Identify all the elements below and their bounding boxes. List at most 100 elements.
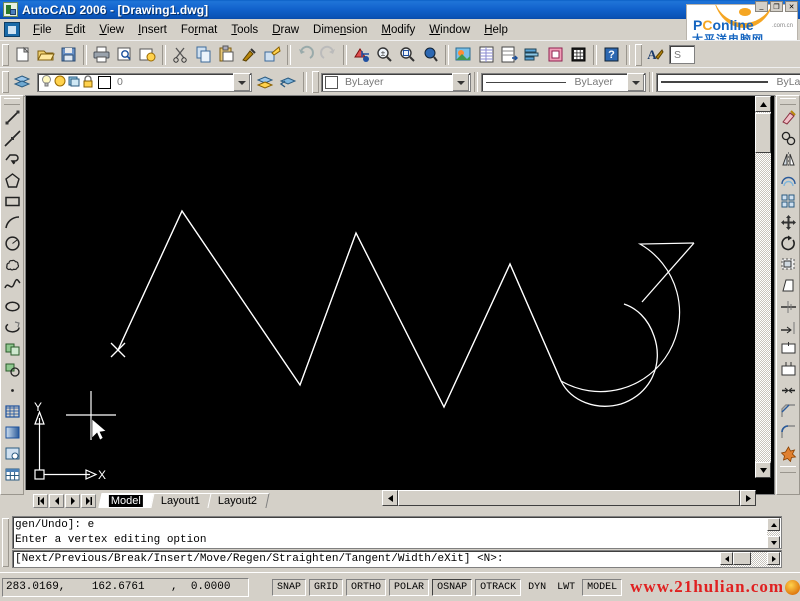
command-history-scrollbar[interactable] — [767, 518, 780, 548]
render-icon[interactable] — [452, 44, 475, 66]
copy-object-icon[interactable] — [777, 128, 799, 149]
next-tab-icon[interactable] — [65, 494, 80, 508]
layer-combo[interactable]: 0 — [37, 72, 252, 92]
new-icon[interactable] — [11, 44, 34, 66]
tool-palettes-icon[interactable] — [521, 44, 544, 66]
match-properties-icon[interactable] — [238, 44, 261, 66]
point-icon[interactable] — [1, 380, 23, 401]
linetype-combo-arrow[interactable] — [627, 73, 644, 91]
break-icon[interactable] — [777, 359, 799, 380]
command-scroll-down-button[interactable] — [767, 536, 780, 548]
ellipse-arc-icon[interactable] — [1, 317, 23, 338]
text-style-combo[interactable]: S — [669, 45, 695, 64]
offset-icon[interactable] — [777, 170, 799, 191]
menu-item-help[interactable]: Help — [477, 22, 515, 38]
polyline-tail-segment[interactable] — [641, 242, 695, 303]
drawing-hscroll-thumb[interactable] — [398, 490, 740, 506]
status-toggle-grid[interactable]: GRID — [309, 578, 344, 596]
layer-previous-icon[interactable] — [277, 71, 300, 93]
drawing-horizontal-scrollbar[interactable] — [382, 490, 756, 506]
menu-item-tools[interactable]: Tools — [224, 22, 265, 38]
make-block-icon[interactable] — [1, 359, 23, 380]
color-combo[interactable]: ByLayer — [321, 72, 471, 92]
join-icon[interactable] — [777, 380, 799, 401]
command-scroll-up-button[interactable] — [767, 518, 780, 531]
zoom-window-icon[interactable] — [396, 44, 419, 66]
drawing-canvas[interactable]: X Y — [26, 96, 774, 494]
status-toggle-ortho[interactable]: ORTHO — [346, 578, 387, 596]
menu-item-edit[interactable]: Edit — [59, 22, 93, 38]
gradient-icon[interactable] — [1, 422, 23, 443]
restore-button[interactable]: ❐ — [770, 1, 783, 12]
last-tab-icon[interactable] — [81, 494, 96, 508]
toolbar-grip[interactable] — [2, 71, 9, 93]
menu-item-view[interactable]: View — [92, 22, 131, 38]
scroll-right-button[interactable] — [740, 490, 756, 506]
layer-lock-icon[interactable] — [81, 74, 95, 91]
drawing-area[interactable]: X Y — [25, 95, 775, 495]
command-history[interactable]: gen/Undo]: e Enter a vertex editing opti… — [12, 516, 782, 549]
text-style-icon[interactable]: A — [644, 44, 667, 66]
open-icon[interactable] — [34, 44, 57, 66]
command-hscroll-left-button[interactable] — [720, 552, 733, 565]
drawing-vscroll-thumb[interactable] — [755, 113, 771, 153]
save-icon[interactable] — [57, 44, 80, 66]
menu-item-modify[interactable]: Modify — [374, 22, 422, 38]
linetype-combo[interactable]: ByLayer — [481, 72, 646, 92]
polyline-icon[interactable] — [1, 149, 23, 170]
scroll-up-button[interactable] — [755, 96, 771, 112]
status-toggle-lwt[interactable]: LWT — [553, 579, 579, 596]
insert-block-icon[interactable] — [1, 338, 23, 359]
zoom-previous-icon[interactable] — [419, 44, 442, 66]
menu-item-format[interactable]: Format — [174, 22, 224, 38]
plot-icon[interactable] — [90, 44, 113, 66]
drawing-vertical-scrollbar[interactable] — [755, 96, 771, 478]
layer-color-swatch[interactable] — [98, 75, 111, 89]
tab-layout2[interactable]: Layout2 — [207, 493, 270, 508]
status-toggle-dyn[interactable]: DYN — [524, 579, 550, 596]
menu-item-insert[interactable]: Insert — [131, 22, 174, 38]
modify-toolbar-grip[interactable] — [780, 98, 796, 105]
arc-icon[interactable] — [1, 212, 23, 233]
layers-icon[interactable] — [11, 71, 34, 93]
chamfer-icon[interactable] — [777, 401, 799, 422]
redo-icon[interactable] — [317, 44, 340, 66]
scale-icon[interactable] — [777, 254, 799, 275]
layer-on-bulb-icon[interactable] — [40, 74, 53, 91]
ellipse-icon[interactable] — [1, 296, 23, 317]
circle-icon[interactable] — [1, 233, 23, 254]
hatch-icon[interactable] — [1, 401, 23, 422]
minimize-button[interactable]: _ — [755, 1, 768, 12]
break-at-point-icon[interactable] — [777, 338, 799, 359]
status-toggle-snap[interactable]: SNAP — [272, 578, 307, 596]
toolbar-grip[interactable] — [635, 43, 642, 66]
undo-icon[interactable] — [294, 44, 317, 66]
layer-freeze-vp-icon[interactable] — [67, 74, 81, 91]
fillet-icon[interactable] — [777, 422, 799, 443]
block-editor-icon[interactable] — [261, 44, 284, 66]
tab-model[interactable]: Model — [98, 493, 156, 508]
revision-cloud-icon[interactable] — [1, 254, 23, 275]
spline-icon[interactable] — [1, 275, 23, 296]
scroll-down-button[interactable] — [755, 462, 771, 478]
coordinates-display[interactable]: 283.0169, 162.6761 , 0.0000 — [2, 577, 250, 597]
polyline-entity-main[interactable] — [117, 209, 562, 409]
help-icon[interactable]: ? — [600, 44, 623, 66]
first-tab-icon[interactable] — [33, 494, 48, 508]
trim-icon[interactable] — [777, 296, 799, 317]
command-prompt-line[interactable]: [Next/Previous/Break/Insert/Move/Regen/S… — [12, 550, 782, 568]
tab-layout1[interactable]: Layout1 — [150, 493, 213, 508]
stretch-icon[interactable] — [777, 275, 799, 296]
rectangle-icon[interactable] — [1, 191, 23, 212]
markup-icon[interactable] — [567, 44, 590, 66]
publish-icon[interactable] — [136, 44, 159, 66]
scroll-left-button[interactable] — [382, 490, 398, 506]
plot-preview-icon[interactable] — [113, 44, 136, 66]
zoom-realtime-icon[interactable]: ± — [373, 44, 396, 66]
document-control-icon[interactable] — [4, 22, 20, 37]
color-combo-arrow[interactable] — [452, 73, 469, 91]
layer-states-icon[interactable] — [254, 71, 277, 93]
draw-toolbar-grip[interactable] — [4, 98, 20, 105]
command-hscroll-right-button[interactable] — [767, 552, 780, 565]
region-icon[interactable] — [1, 443, 23, 464]
